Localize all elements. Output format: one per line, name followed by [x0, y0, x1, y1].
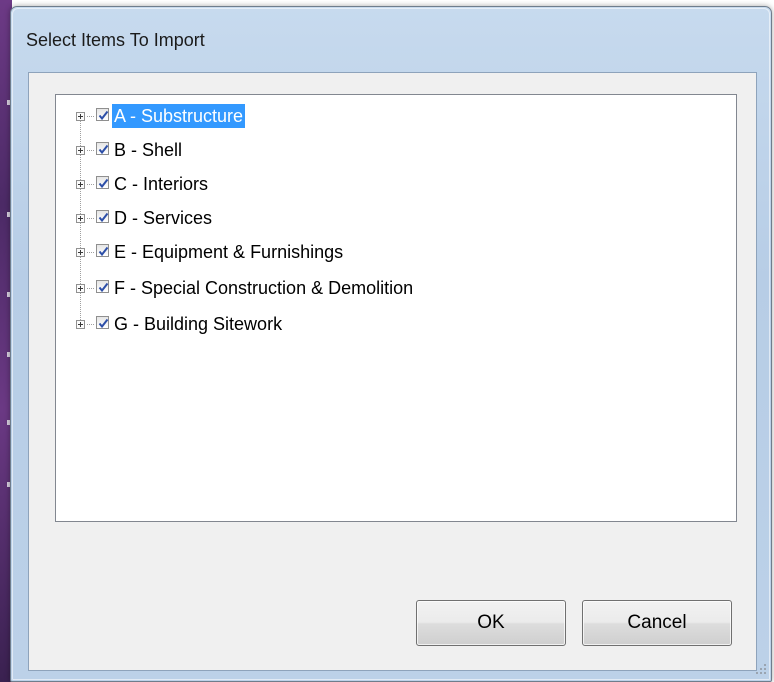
expand-icon[interactable]	[76, 146, 85, 155]
expand-icon[interactable]	[76, 320, 85, 329]
tree-item-label[interactable]: E - Equipment & Furnishings	[112, 240, 345, 264]
expand-icon[interactable]	[76, 248, 85, 257]
ok-button[interactable]: OK	[416, 600, 566, 646]
tree-item-label[interactable]: G - Building Sitework	[112, 312, 284, 336]
checkbox-b[interactable]	[96, 142, 109, 155]
dialog-title: Select Items To Import	[26, 30, 205, 50]
tree-item-label[interactable]: D - Services	[112, 206, 214, 230]
checkbox-g[interactable]	[96, 316, 109, 329]
tree-item-label[interactable]: C - Interiors	[112, 172, 210, 196]
resize-grip-icon[interactable]	[756, 664, 766, 674]
checkbox-c[interactable]	[96, 176, 109, 189]
expand-icon[interactable]	[76, 284, 85, 293]
checkbox-e[interactable]	[96, 244, 109, 257]
checkbox-f[interactable]	[96, 280, 109, 293]
cancel-button[interactable]: Cancel	[582, 600, 732, 646]
tree-item-label[interactable]: B - Shell	[112, 138, 184, 162]
checkbox-d[interactable]	[96, 210, 109, 223]
expand-icon[interactable]	[76, 112, 85, 121]
checkbox-a[interactable]	[96, 108, 109, 121]
expand-icon[interactable]	[76, 214, 85, 223]
expand-icon[interactable]	[76, 180, 85, 189]
items-tree[interactable]: A - Substructure B - Shell C - Interiors…	[55, 94, 737, 522]
tree-item-label[interactable]: F - Special Construction & Demolition	[112, 276, 415, 300]
tree-item-label[interactable]: A - Substructure	[112, 104, 246, 128]
